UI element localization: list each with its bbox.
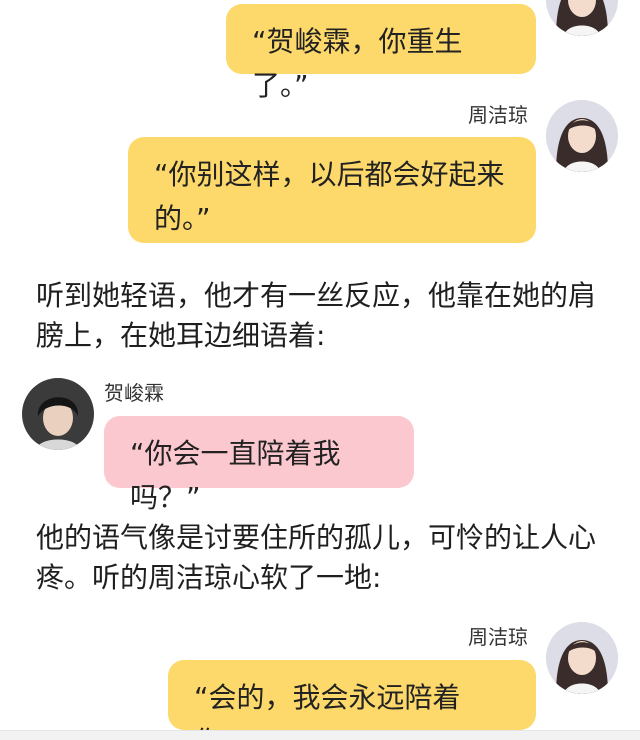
message-bubble: “你别这样，以后都会好起来的。” <box>128 137 536 243</box>
message-text: “你别这样，以后都会好起来的。” <box>154 158 505 235</box>
female-avatar[interactable] <box>546 622 618 694</box>
message-bubble: “会的，我会永远陪着你。” <box>168 660 536 740</box>
female-avatar[interactable] <box>546 0 618 36</box>
female-portrait-icon <box>546 0 618 36</box>
female-portrait-icon <box>546 622 618 694</box>
message-bubble: “你会一直陪着我吗？” <box>104 416 414 514</box>
message-bubble: “贺峻霖，你重生了。” <box>226 4 536 102</box>
message-text: “贺峻霖，你重生了。” <box>252 25 463 102</box>
bottom-bar <box>0 730 640 740</box>
male-portrait-icon <box>22 378 94 450</box>
speaker-name: 贺峻霖 <box>104 381 164 405</box>
female-avatar[interactable] <box>546 100 618 172</box>
male-avatar[interactable] <box>22 378 94 450</box>
narration-paragraph: 听到她轻语，他才有一丝反应，他靠在她的肩膀上，在她耳边细语着: <box>36 279 597 352</box>
narration-paragraph: 他的语气像是讨要住所的孤儿，可怜的让人心疼。听的周洁琼心软了一地: <box>36 521 597 594</box>
message-text: “你会一直陪着我吗？” <box>130 437 341 514</box>
female-portrait-icon <box>546 100 618 172</box>
speaker-name: 周洁琼 <box>468 625 528 649</box>
speaker-name: 周洁琼 <box>468 103 528 127</box>
